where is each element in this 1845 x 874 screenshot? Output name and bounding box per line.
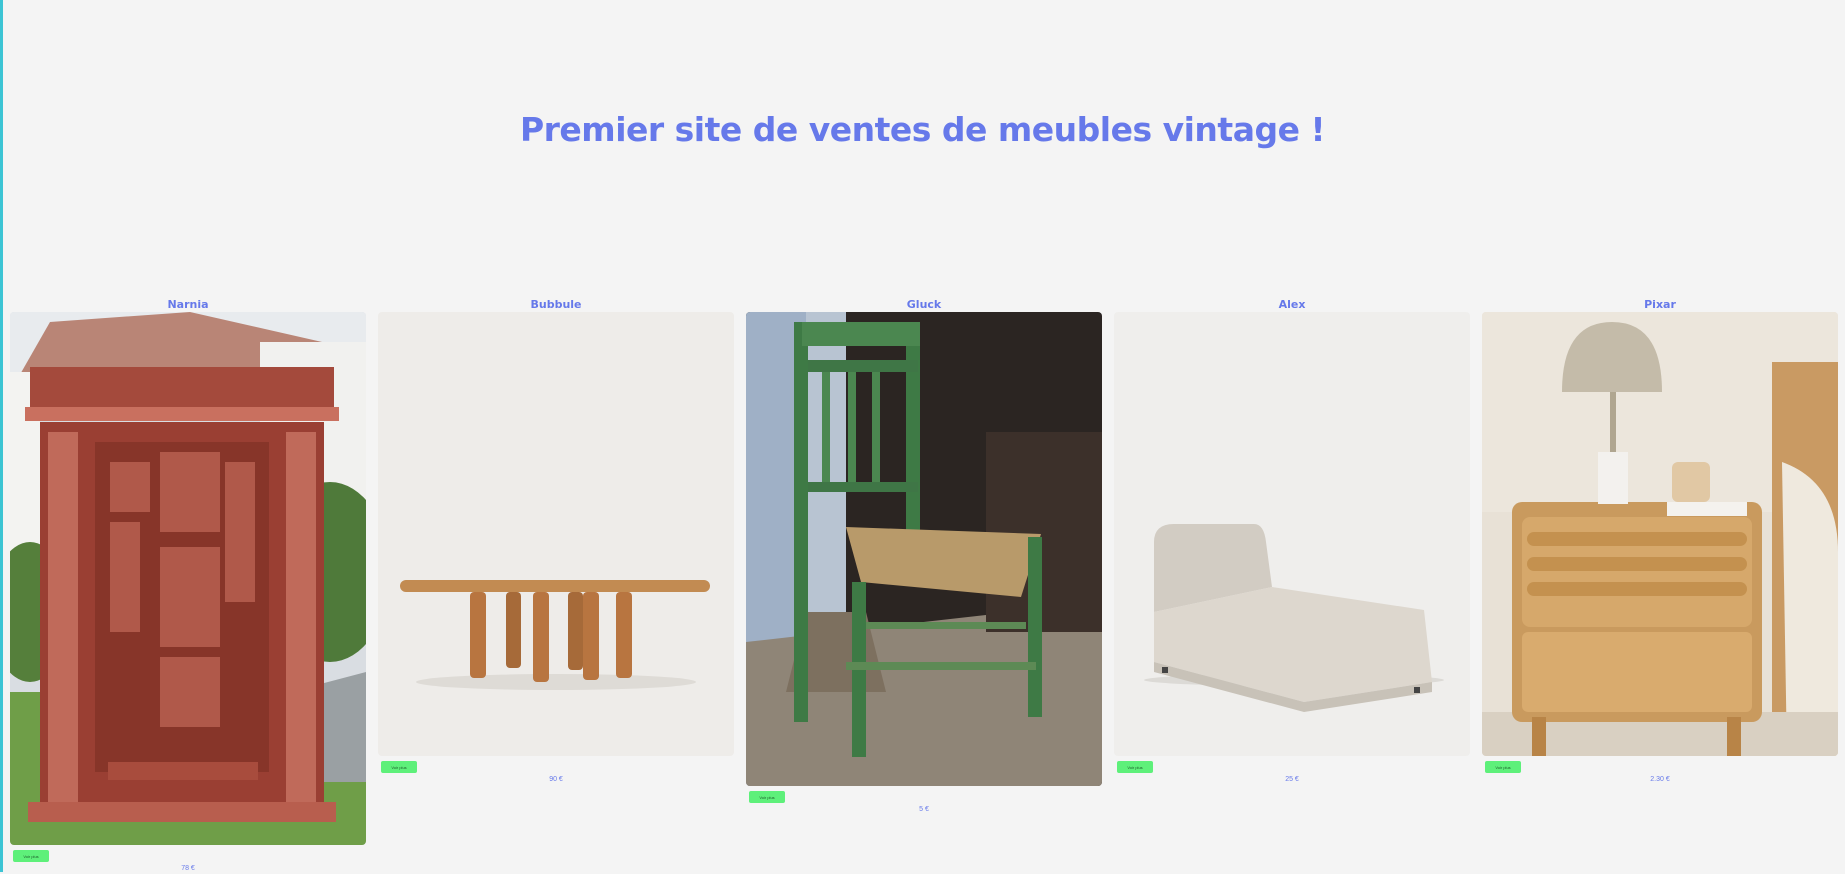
product-name: Alex	[1278, 298, 1306, 311]
product-image-chaise-longue[interactable]	[1114, 312, 1470, 756]
product-image-chair[interactable]	[746, 312, 1102, 786]
product-image-table[interactable]	[378, 312, 734, 756]
voir-plus-button[interactable]: Voir plus	[749, 791, 785, 803]
product-card-gluck[interactable]: Gluck Voir plus 5 €	[746, 297, 1102, 815]
product-price: 90 €	[549, 776, 563, 783]
product-name: Narnia	[167, 298, 209, 311]
product-price: 78 €	[181, 865, 195, 872]
product-card-narnia[interactable]: Narnia Voir plus 78 €	[10, 297, 366, 874]
product-price: 25 €	[1285, 776, 1299, 783]
product-image-nightstand[interactable]	[1482, 312, 1838, 756]
product-card-bubbule[interactable]: Bubbule Voir plus 90 €	[378, 297, 734, 785]
voir-plus-button[interactable]: Voir plus	[1485, 761, 1521, 773]
product-card-pixar[interactable]: Pixar Voir plus 2.30 €	[1482, 297, 1838, 785]
product-price: 5 €	[919, 806, 929, 813]
product-price: 2.30 €	[1650, 776, 1670, 783]
product-name: Bubbule	[530, 298, 582, 311]
product-image-wardrobe[interactable]	[10, 312, 366, 845]
voir-plus-button[interactable]: Voir plus	[1117, 761, 1153, 773]
product-name: Gluck	[906, 298, 942, 311]
voir-plus-button[interactable]: Voir plus	[381, 761, 417, 773]
product-name: Pixar	[1644, 298, 1676, 311]
product-card-alex[interactable]: Alex Voir plus 25 €	[1114, 297, 1470, 785]
voir-plus-button[interactable]: Voir plus	[13, 850, 49, 862]
page-title: Premier site de ventes de meubles vintag…	[519, 110, 1326, 149]
